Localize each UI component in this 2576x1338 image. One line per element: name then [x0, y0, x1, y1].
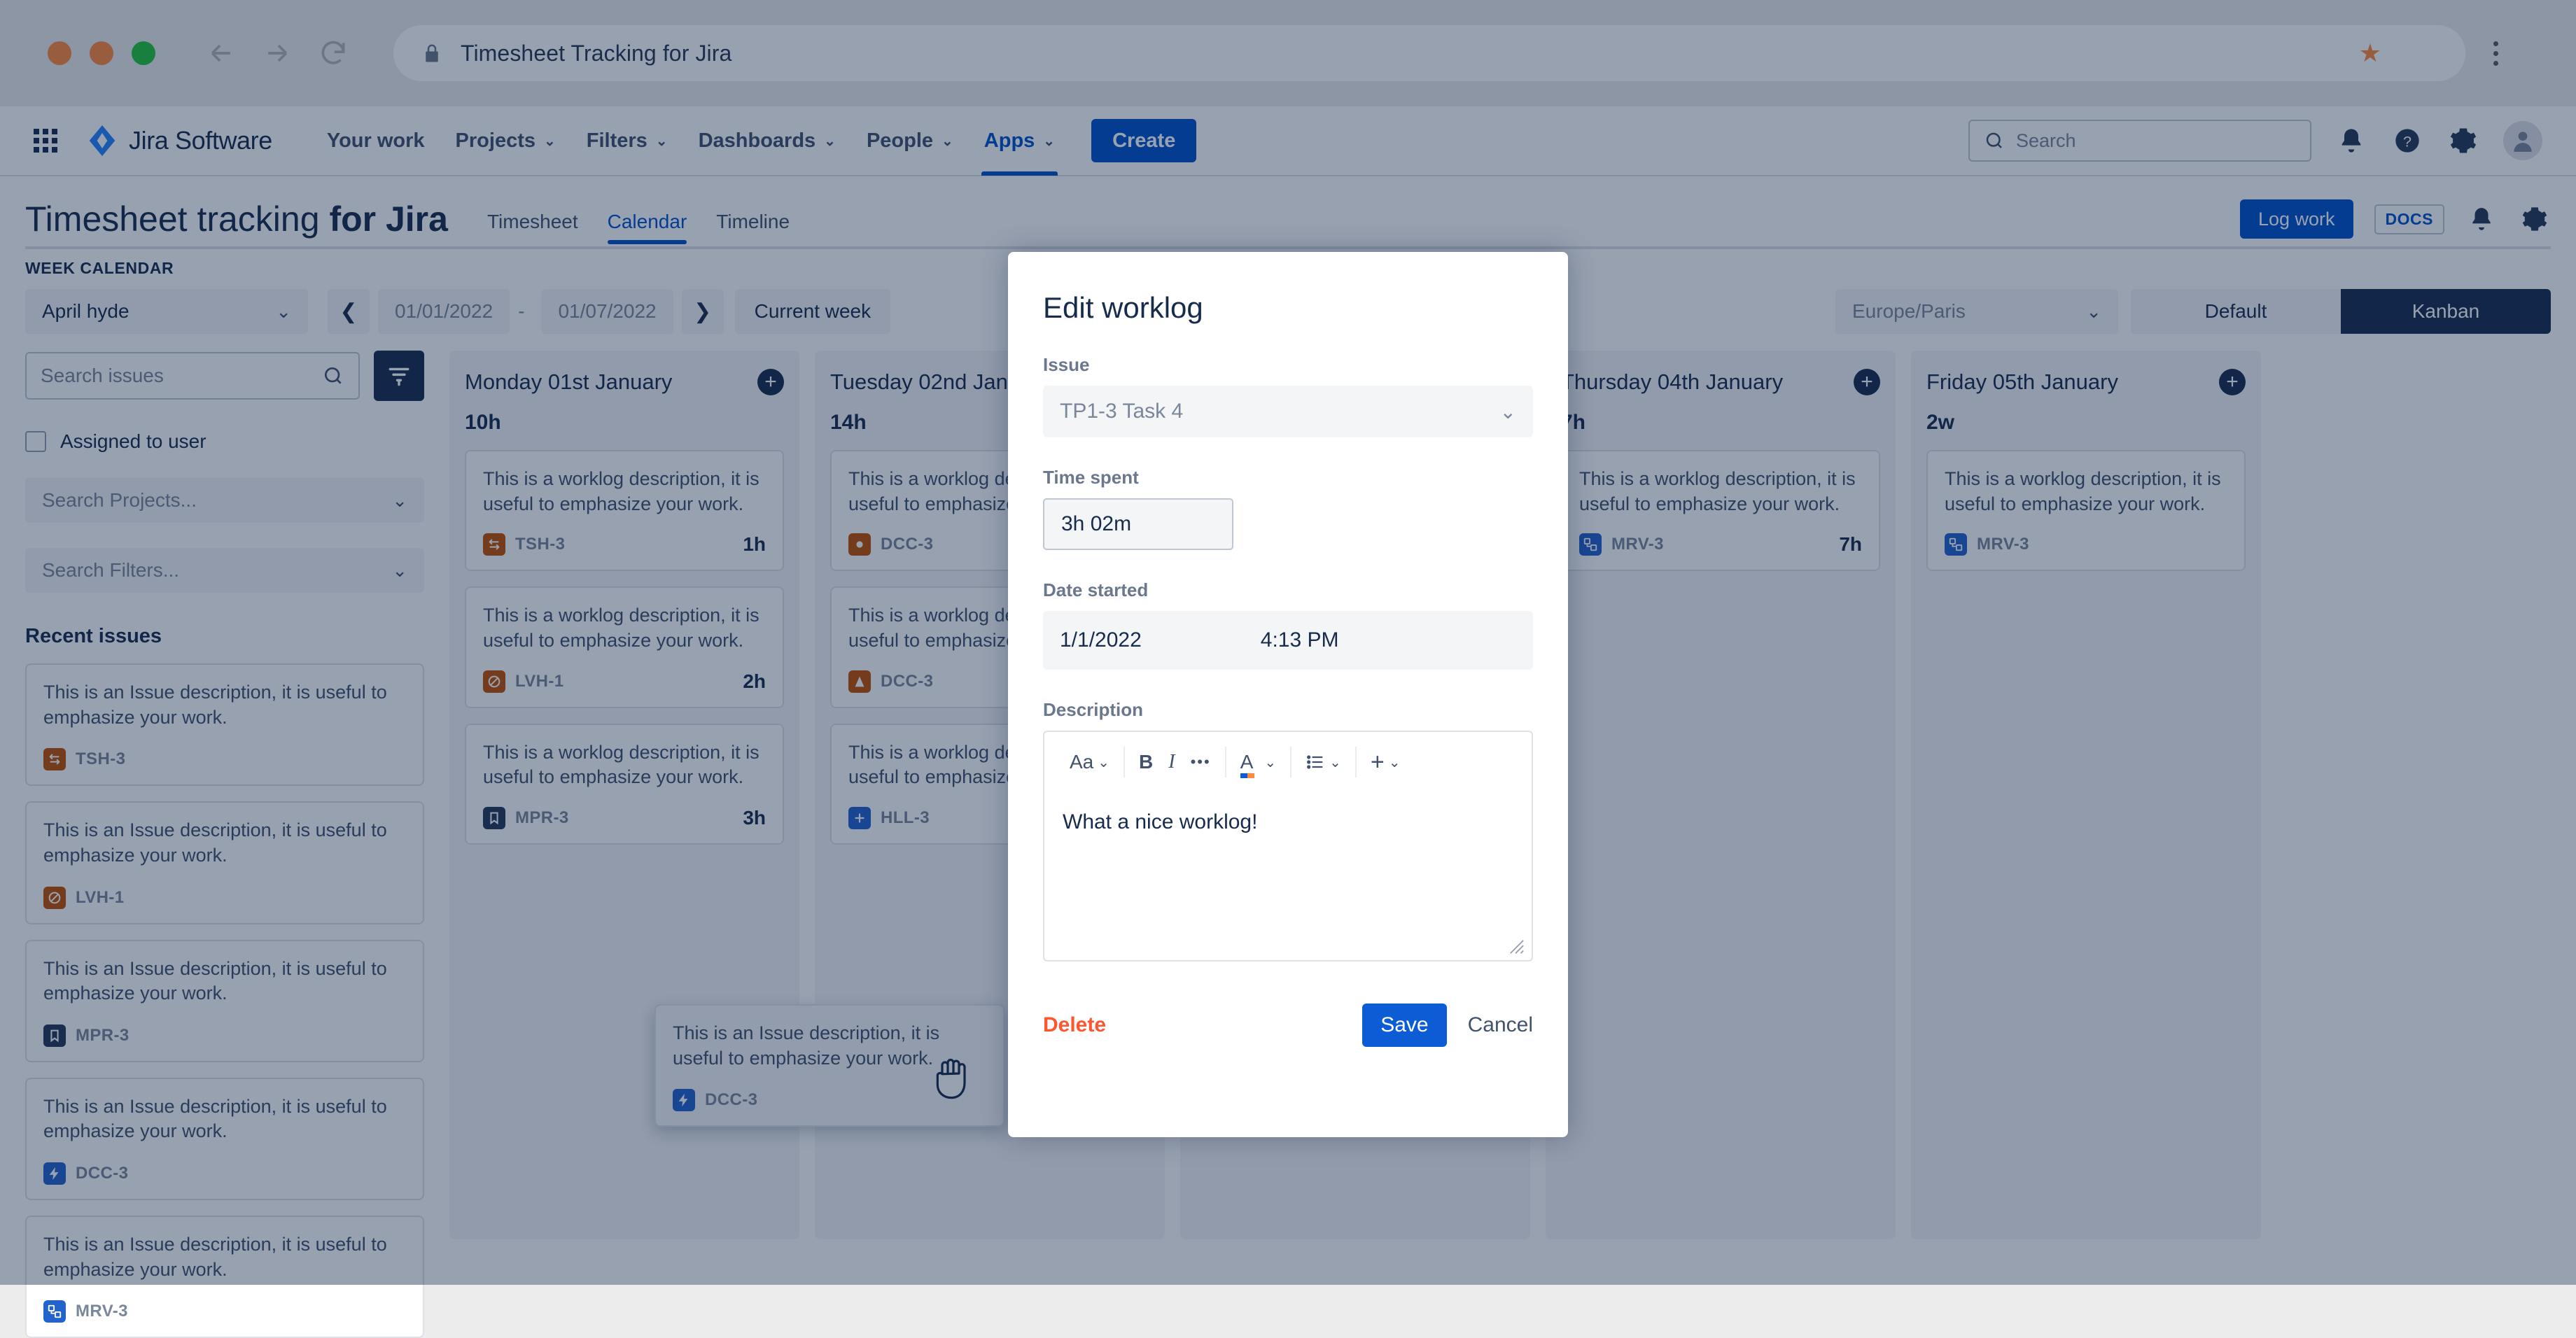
more-formatting-button[interactable]: ••• — [1191, 753, 1211, 771]
tb-group-text-style: Aa ⌄ — [1056, 747, 1126, 777]
description-label: Description — [1043, 699, 1144, 720]
bold-button[interactable]: B — [1139, 751, 1153, 773]
modal-primary-actions: Save Cancel — [1362, 1004, 1533, 1047]
recent-issue-key: MRV-3 — [76, 1302, 128, 1321]
chevron-down-icon: ⌄ — [1098, 754, 1110, 770]
issue-select[interactable]: TP1-3 Task 4 ⌄ — [1043, 386, 1533, 437]
color-swatch — [1240, 773, 1255, 778]
chevron-down-icon: ⌄ — [1264, 754, 1277, 770]
list-button[interactable]: ⌄ — [1306, 752, 1341, 772]
description-text: What a nice worklog! — [1063, 810, 1258, 833]
subtask-icon — [43, 1300, 66, 1323]
delete-button[interactable]: Delete — [1043, 1013, 1106, 1037]
chevron-down-icon: ⌄ — [1499, 400, 1516, 423]
tb-group-basic-format: B I ••• — [1125, 747, 1226, 777]
modal-title: Edit worklog — [1043, 291, 1203, 324]
chevron-down-icon: ⌄ — [1388, 754, 1401, 770]
issue-field-label: Issue — [1043, 354, 1090, 375]
plus-icon: + — [1370, 749, 1385, 775]
date-started-field[interactable]: 1/1/2022 4:13 PM — [1043, 611, 1533, 670]
text-style-label: Aa — [1070, 751, 1094, 773]
editor-toolbar: Aa ⌄ B I ••• A ⌄ ⌄ + ⌄ — [1044, 732, 1532, 792]
tb-group-list: ⌄ — [1292, 747, 1357, 777]
bullet-list-icon — [1307, 755, 1323, 769]
edit-worklog-modal: Edit worklog Issue TP1-3 Task 4 ⌄ Time s… — [1008, 252, 1568, 1137]
recent-issue-key-row: MRV-3 — [43, 1300, 406, 1323]
issue-select-value: TP1-3 Task 4 — [1060, 400, 1184, 423]
description-editor: Aa ⌄ B I ••• A ⌄ ⌄ + ⌄ What a nice workl… — [1043, 731, 1533, 962]
description-textarea[interactable]: What a nice worklog! — [1044, 792, 1532, 960]
save-button[interactable]: Save — [1362, 1004, 1447, 1047]
text-color-button[interactable]: A ⌄ — [1240, 751, 1277, 778]
modal-footer: Delete Save Cancel — [1043, 1004, 1533, 1047]
cancel-button[interactable]: Cancel — [1468, 1013, 1533, 1037]
tb-group-color: A ⌄ — [1226, 747, 1292, 778]
date-started-date[interactable]: 1/1/2022 — [1060, 628, 1142, 652]
insert-button[interactable]: + ⌄ — [1371, 750, 1401, 774]
chevron-down-icon: ⌄ — [1329, 754, 1341, 770]
date-started-time[interactable]: 4:13 PM — [1261, 628, 1339, 652]
date-started-label: Date started — [1043, 579, 1149, 600]
text-color-letter: A — [1240, 751, 1254, 773]
time-spent-input[interactable]: 3h 02m — [1043, 498, 1233, 550]
time-spent-label: Time spent — [1043, 467, 1139, 488]
tb-group-insert: + ⌄ — [1357, 747, 1415, 777]
resize-grip-icon[interactable] — [1509, 939, 1525, 955]
italic-button[interactable]: I — [1168, 751, 1175, 773]
text-style-button[interactable]: Aa ⌄ — [1070, 751, 1110, 773]
